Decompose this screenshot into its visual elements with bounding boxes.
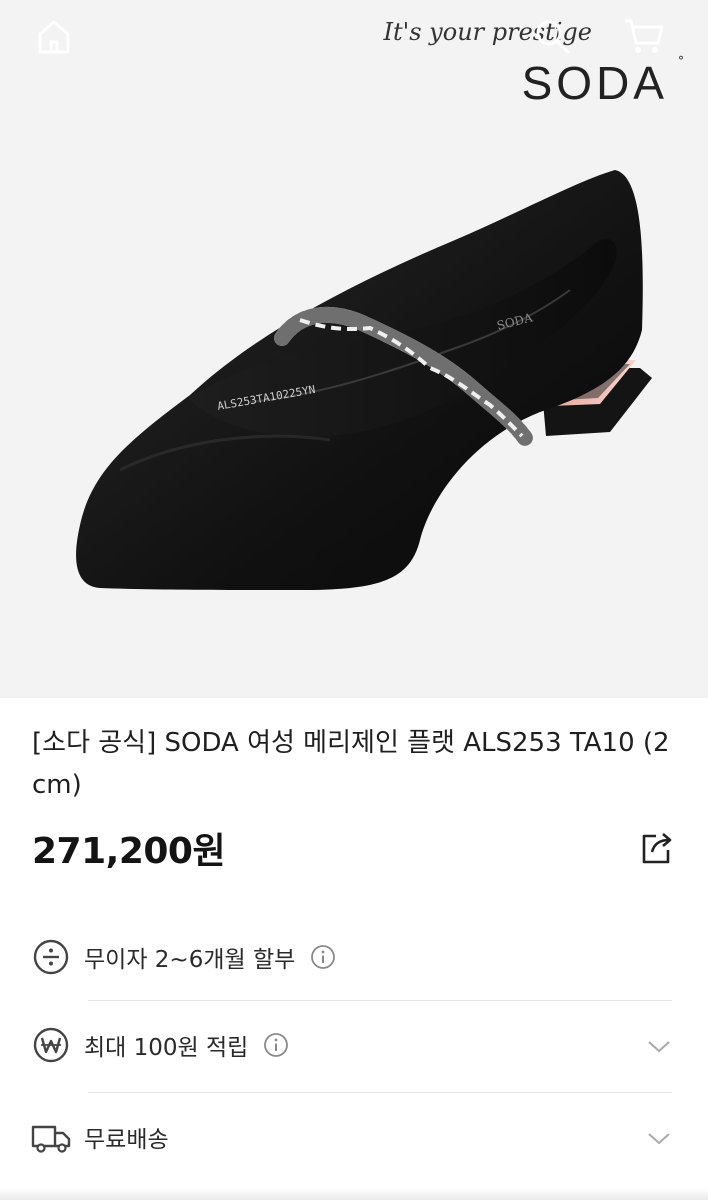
brand-name: SODA bbox=[521, 57, 668, 109]
installment-row[interactable]: 무이자 2~6개월 할부 bbox=[30, 912, 680, 1002]
share-button[interactable] bbox=[630, 822, 682, 874]
product-page: ALS253TA10225YN SODA It's your prestige … bbox=[0, 0, 708, 1200]
product-price: 271,200원 bbox=[32, 831, 226, 872]
won-coin-icon bbox=[30, 1024, 72, 1066]
home-button[interactable] bbox=[26, 8, 82, 64]
cart-button[interactable] bbox=[616, 8, 672, 64]
product-image[interactable]: ALS253TA10225YN SODA It's your prestige … bbox=[0, 0, 708, 698]
shipping-row[interactable]: 무료배송 bbox=[30, 1092, 680, 1182]
home-icon bbox=[38, 20, 70, 54]
search-icon bbox=[536, 20, 570, 54]
search-button[interactable] bbox=[524, 8, 580, 64]
brand-mark: ° bbox=[678, 54, 684, 68]
delivery-truck-icon bbox=[30, 1116, 72, 1158]
share-icon bbox=[642, 833, 672, 864]
points-row[interactable]: 최대 100원 적립 bbox=[30, 1000, 680, 1090]
chevron-down-icon[interactable] bbox=[644, 1123, 674, 1153]
product-title: [소다 공식] SODA 여성 메리제인 플랫 ALS253 TA10 (2cm… bbox=[32, 728, 670, 800]
info-icon[interactable] bbox=[309, 943, 337, 971]
cart-icon bbox=[625, 19, 664, 53]
bottom-edge bbox=[0, 1188, 708, 1200]
points-label: 최대 100원 적립 bbox=[84, 1035, 249, 1061]
installment-label: 무이자 2~6개월 할부 bbox=[84, 947, 296, 973]
installment-icon bbox=[30, 936, 72, 978]
chevron-down-icon[interactable] bbox=[644, 1031, 674, 1061]
shipping-label: 무료배송 bbox=[84, 1127, 169, 1153]
info-icon[interactable] bbox=[262, 1031, 290, 1059]
